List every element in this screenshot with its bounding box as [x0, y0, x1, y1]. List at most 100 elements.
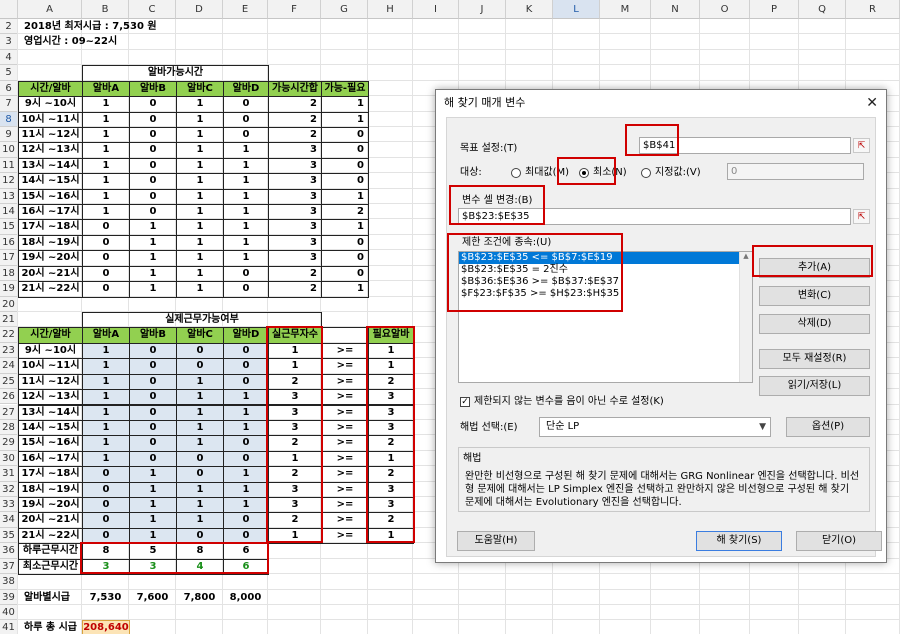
column-header[interactable]: M [600, 0, 651, 19]
column-header[interactable]: F [268, 0, 321, 19]
row-header[interactable]: 40 [0, 604, 18, 621]
objective-input[interactable]: $B$41 [639, 137, 851, 154]
column-header[interactable]: Q [799, 0, 846, 19]
row-header[interactable]: 3 [0, 34, 18, 50]
table1-cell: 1 [82, 188, 130, 206]
row-header[interactable]: 30 [0, 450, 18, 467]
table1-cell: 2 [268, 281, 322, 298]
min-radio[interactable] [579, 168, 589, 178]
column-header[interactable]: C [129, 0, 176, 19]
column-header[interactable]: D [176, 0, 223, 19]
table1-cell: 15시 ~16시 [18, 188, 83, 206]
objective-ref-icon[interactable]: ⇱ [853, 138, 870, 153]
row-header[interactable]: 7 [0, 96, 18, 112]
row-header[interactable]: 39 [0, 589, 18, 605]
add-button[interactable]: 추가(A) [759, 258, 870, 278]
table2-cell: 3 [368, 419, 414, 437]
row-header[interactable]: 33 [0, 497, 18, 513]
row-header[interactable]: 22 [0, 327, 18, 343]
changing-cells-input[interactable]: $B$23:$E$35 [458, 208, 851, 225]
row-header[interactable]: 21 [0, 311, 18, 328]
max-radio[interactable] [511, 168, 521, 178]
table2-cell: 15시 ~16시 [18, 435, 83, 452]
row-header[interactable]: 8 [0, 111, 18, 127]
row-header[interactable]: 12 [0, 173, 18, 189]
constraints-list[interactable]: $B$23:$E$35 <= $B$7:$E$19 $B$23:$E$35 = 2… [458, 251, 753, 383]
table2-cell: 1 [368, 342, 414, 360]
reset-all-button[interactable]: 모두 재설정(R) [759, 349, 870, 369]
row-header[interactable]: 20 [0, 296, 18, 312]
column-header[interactable]: P [750, 0, 799, 19]
table1-cell: 0 [82, 265, 130, 283]
constraint-item[interactable]: $F$23:$F$35 >= $H$23:$H$35 [459, 288, 752, 300]
row-header[interactable]: 17 [0, 250, 18, 266]
column-header[interactable]: I [413, 0, 459, 19]
row-header[interactable]: 2 [0, 19, 18, 35]
row-header[interactable]: 25 [0, 373, 18, 390]
row-header[interactable]: 14 [0, 204, 18, 220]
column-header[interactable]: A [18, 0, 82, 19]
row-header[interactable]: 35 [0, 527, 18, 544]
column-header[interactable]: O [700, 0, 750, 19]
row-header[interactable]: 16 [0, 234, 18, 251]
row-header[interactable]: 34 [0, 512, 18, 528]
row-header[interactable]: 19 [0, 281, 18, 297]
row-header[interactable]: 31 [0, 466, 18, 482]
row-header[interactable]: 13 [0, 188, 18, 205]
table2-cell: 1 [268, 358, 322, 375]
constraint-item[interactable]: $B$36:$E$36 >= $B$37:$E$37 [459, 276, 752, 288]
changing-cells-label: 변수 셀 변경:(B) [462, 195, 533, 206]
table1-cell: 0 [321, 142, 369, 159]
row-header[interactable]: 23 [0, 342, 18, 359]
row-header[interactable]: 10 [0, 142, 18, 158]
row-header[interactable]: 24 [0, 358, 18, 374]
constraint-item[interactable]: $B$23:$E$35 = 2진수 [459, 264, 752, 276]
row-header[interactable]: 11 [0, 157, 18, 174]
row-header[interactable]: 36 [0, 543, 18, 559]
row-header[interactable]: 37 [0, 558, 18, 575]
row-header[interactable]: 26 [0, 389, 18, 405]
column-header[interactable]: G [321, 0, 368, 19]
row-header[interactable]: 4 [0, 49, 18, 66]
row-header[interactable]: 41 [0, 620, 18, 634]
row-header[interactable]: 32 [0, 481, 18, 497]
table2-title: 실제근무가능여부 [82, 311, 322, 329]
row-header[interactable]: 28 [0, 419, 18, 436]
options-button[interactable]: 옵션(P) [786, 417, 870, 437]
changing-cells-ref-icon[interactable]: ⇱ [853, 209, 870, 224]
row-header[interactable]: 9 [0, 126, 18, 143]
column-header[interactable]: E [223, 0, 268, 19]
column-header[interactable]: B [82, 0, 129, 19]
help-button[interactable]: 도움말(H) [457, 531, 535, 551]
column-header[interactable]: J [459, 0, 506, 19]
close-button[interactable]: 닫기(O) [796, 531, 882, 551]
column-header[interactable]: R [846, 0, 900, 19]
row-header[interactable]: 15 [0, 219, 18, 235]
column-header[interactable]: H [368, 0, 413, 19]
delete-button[interactable]: 삭제(D) [759, 314, 870, 334]
nonnegative-checkbox[interactable]: ✓ [460, 397, 470, 407]
table1-cell: 19시 ~20시 [18, 250, 83, 267]
row-header[interactable]: 27 [0, 404, 18, 420]
row-header[interactable]: 5 [0, 65, 18, 81]
list-scrollbar[interactable]: ▲ [739, 252, 752, 382]
close-icon[interactable]: ✕ [866, 94, 878, 112]
constraint-item[interactable]: $B$23:$E$35 <= $B$7:$E$19 [459, 252, 752, 264]
row-header[interactable]: 6 [0, 80, 18, 97]
value-of-input[interactable]: 0 [727, 163, 864, 180]
value-radio[interactable] [641, 168, 651, 178]
table2-cell: 1 [223, 497, 269, 514]
column-header[interactable]: N [651, 0, 700, 19]
method-select[interactable]: 단순 LP ▼ [539, 417, 771, 437]
select-all-corner[interactable] [0, 0, 18, 19]
change-button[interactable]: 변화(C) [759, 286, 870, 306]
table1-cell: 0 [223, 111, 269, 128]
row-header[interactable]: 38 [0, 574, 18, 590]
min-hours-cell: 3 [82, 558, 130, 576]
column-header[interactable]: K [506, 0, 553, 19]
row-header[interactable]: 18 [0, 265, 18, 282]
solve-button[interactable]: 해 찾기(S) [696, 531, 782, 551]
load-save-button[interactable]: 읽기/저장(L) [759, 376, 870, 396]
column-header[interactable]: L [553, 0, 600, 19]
row-header[interactable]: 29 [0, 435, 18, 451]
